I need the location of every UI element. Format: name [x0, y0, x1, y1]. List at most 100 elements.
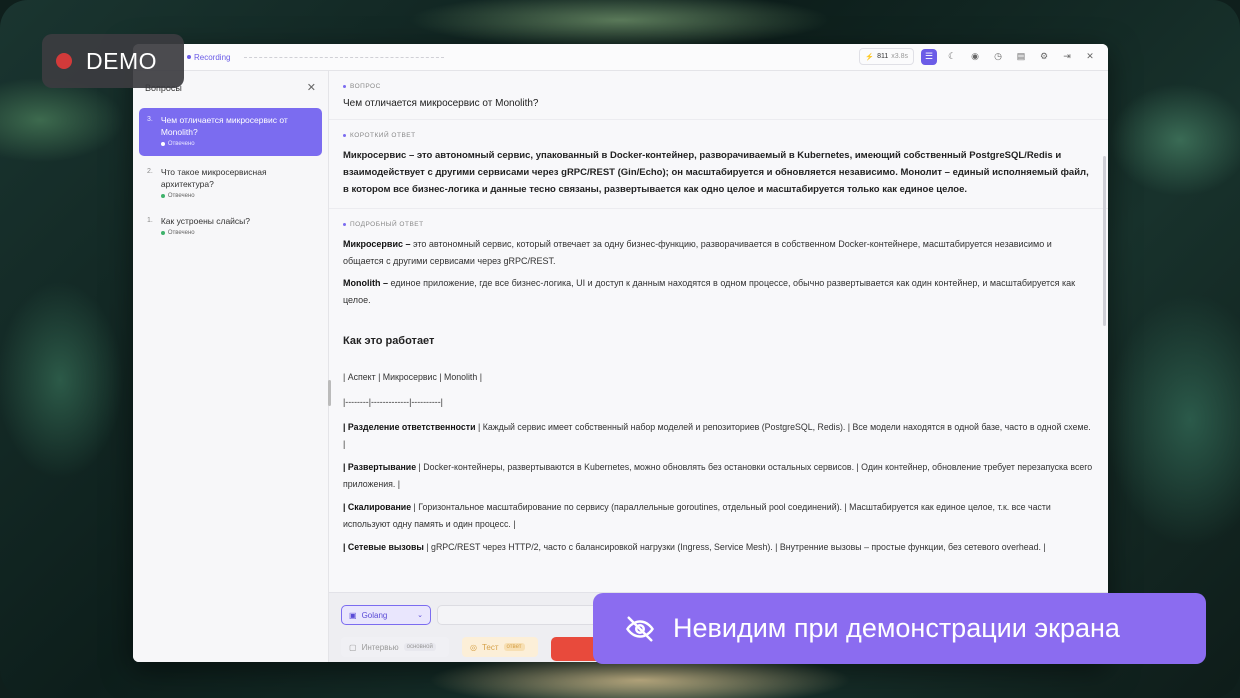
- close-button[interactable]: ✕: [1082, 49, 1098, 65]
- question-title: Чем отличается микросервис от Monolith?: [160, 115, 288, 137]
- moon-icon: ☾: [947, 51, 957, 61]
- test-badge: ответ: [503, 643, 525, 651]
- status-label: Отвечено: [167, 230, 195, 236]
- question-number: 1.: [147, 217, 153, 224]
- document-icon: ▤: [1016, 51, 1026, 61]
- toolbar: ⚡ 811 x3.8s ☰ ☾ ◉ ◷ ▤ ⚙ ⇥ ✕: [859, 48, 1098, 65]
- gear-icon: ⚙: [1039, 51, 1049, 61]
- token-speed: x3.8s: [891, 53, 908, 60]
- question-status: Отвечено: [160, 141, 314, 147]
- detail-paragraph: Monolith – единое приложение, где все би…: [343, 275, 1094, 309]
- logout-icon: ⇥: [1063, 51, 1071, 61]
- question-text: Чем отличается микросервис от Monolith?: [343, 98, 539, 109]
- list-icon: ☰: [924, 51, 934, 61]
- logout-button[interactable]: ⇥: [1059, 49, 1075, 65]
- chevron-down-icon: ⌄: [417, 612, 423, 619]
- status-dot-icon: [160, 194, 165, 198]
- table-separator: |--------|-------------|----------|: [343, 397, 443, 407]
- table-row: | Сетевые вызовы | gRPC/REST через HTTP/…: [343, 539, 1094, 556]
- bolt-icon: ⚡: [865, 53, 875, 61]
- settings-button[interactable]: ⚙: [1036, 49, 1052, 65]
- token-count: 811: [877, 53, 889, 60]
- eye-off-icon: [626, 616, 654, 641]
- bullet-icon: [343, 223, 346, 226]
- detail-term: Monolith –: [343, 278, 388, 288]
- table-header: | Аспект | Микросервис | Monolith |: [343, 372, 482, 382]
- question-item[interactable]: 3. Чем отличается микросервис от Monolit…: [139, 108, 322, 156]
- status-dot-icon: [160, 142, 165, 146]
- question-title: Что такое микросервисная архитектура?: [160, 167, 267, 189]
- row-text: | Docker-контейнеры, развертываются в Ku…: [343, 462, 1093, 489]
- short-answer-label: КОРОТКИЙ ОТВЕТ: [343, 132, 1094, 139]
- status-label: Отвечено: [167, 141, 195, 147]
- row-aspect: | Разделение ответственности: [343, 422, 476, 432]
- recording-label: Recording: [194, 52, 231, 62]
- short-answer-text: Микросервис – это автономный сервис, упа…: [343, 150, 1089, 195]
- bullet-icon: [343, 134, 346, 137]
- record-dot-icon: [56, 53, 72, 69]
- questions-sidebar: Вопросы ✕ 3. Чем отличается микросервис …: [133, 71, 329, 662]
- interview-mode-button[interactable]: ▢ Интервью основной: [341, 637, 449, 657]
- bullet-icon: [343, 85, 346, 88]
- detailed-answer-section: ПОДРОБНЫЙ ОТВЕТ Микросервис – это автоно…: [329, 209, 1108, 572]
- status-dot-icon: [160, 231, 165, 235]
- table-row: | Скалирование | Горизонтальное масштаби…: [343, 499, 1094, 533]
- eye-icon: ◉: [971, 51, 979, 61]
- row-aspect: | Развертывание: [343, 462, 417, 472]
- question-number: 3.: [147, 116, 153, 123]
- row-text: | gRPC/REST через HTTP/2, часто с баланс…: [423, 542, 1046, 552]
- detail-paragraph: Микросервис – это автономный сервис, кот…: [343, 236, 1094, 270]
- panel-resize-handle[interactable]: [328, 380, 331, 406]
- history-button[interactable]: ◷: [990, 49, 1006, 65]
- visibility-button[interactable]: ◉: [967, 49, 983, 65]
- clock-icon: ◷: [994, 51, 1002, 61]
- table-row: | Разделение ответственности | Каждый се…: [343, 419, 1094, 453]
- question-status: Отвечено: [160, 230, 250, 236]
- question-number: 2.: [147, 168, 153, 175]
- question-title: Как устроены слайсы?: [160, 216, 251, 226]
- theme-button[interactable]: ☾: [944, 49, 960, 65]
- close-icon: ✕: [1086, 51, 1094, 61]
- question-item[interactable]: 1. Как устроены слайсы? Отвечено: [139, 209, 322, 242]
- question-item[interactable]: 2. Что такое микросервисная архитектура?…: [139, 160, 322, 205]
- how-it-works-heading: Как это работает: [343, 335, 435, 347]
- banner-text: Невидим при демонстрации экрана: [673, 613, 1120, 643]
- detailed-answer-label-text: ПОДРОБНЫЙ ОТВЕТ: [350, 221, 424, 228]
- sidebar-close-icon[interactable]: ✕: [307, 81, 316, 94]
- document-button[interactable]: ▤: [1013, 49, 1029, 65]
- short-answer-label-text: КОРОТКИЙ ОТВЕТ: [350, 132, 416, 139]
- invisible-banner: Невидим при демонстрации экрана: [593, 593, 1206, 664]
- language-select[interactable]: ▣ Golang ⌄: [341, 605, 431, 625]
- recording-track: [244, 56, 445, 58]
- detail-text: единое приложение, где все бизнес-логика…: [343, 278, 1076, 305]
- row-aspect: | Сетевые вызовы: [343, 542, 424, 552]
- test-label: Тест: [481, 642, 499, 652]
- token-counter: ⚡ 811 x3.8s: [859, 48, 914, 65]
- detail-text: это автономный сервис, который отвечает …: [343, 239, 1052, 266]
- table-row: | Развертывание | Docker-контейнеры, раз…: [343, 459, 1094, 493]
- question-status: Отвечено: [160, 193, 314, 199]
- demo-badge: DEMO: [42, 34, 184, 88]
- recording-indicator: Recording: [187, 53, 230, 62]
- interview-label: Интервью: [361, 642, 399, 652]
- scrollbar[interactable]: [1103, 156, 1106, 326]
- recording-dot-icon: [187, 55, 191, 59]
- interview-icon: ▢: [349, 642, 357, 652]
- interview-badge: основной: [403, 643, 436, 651]
- row-text: | Горизонтальное масштабирование по серв…: [343, 502, 1051, 529]
- row-aspect: | Скалирование: [343, 502, 412, 512]
- language-icon: ▣: [349, 610, 357, 620]
- question-section: ВОПРОС Чем отличается микросервис от Mon…: [329, 71, 1108, 120]
- status-label: Отвечено: [167, 193, 195, 199]
- question-label-text: ВОПРОС: [350, 83, 381, 90]
- answer-panel: ВОПРОС Чем отличается микросервис от Mon…: [328, 71, 1108, 662]
- test-mode-button[interactable]: ◎ Тест ответ: [462, 637, 538, 657]
- demo-label: DEMO: [86, 47, 157, 74]
- titlebar: Recording ⚡ 811 x3.8s ☰ ☾ ◉ ◷ ▤ ⚙ ⇥ ✕: [133, 44, 1108, 71]
- detail-term: Микросервис –: [343, 239, 411, 249]
- app-window: Recording ⚡ 811 x3.8s ☰ ☾ ◉ ◷ ▤ ⚙ ⇥ ✕ Во…: [133, 44, 1108, 662]
- question-label: ВОПРОС: [343, 83, 1094, 90]
- detailed-answer-label: ПОДРОБНЫЙ ОТВЕТ: [343, 221, 1094, 228]
- test-icon: ◎: [470, 642, 477, 652]
- list-view-button[interactable]: ☰: [921, 48, 937, 65]
